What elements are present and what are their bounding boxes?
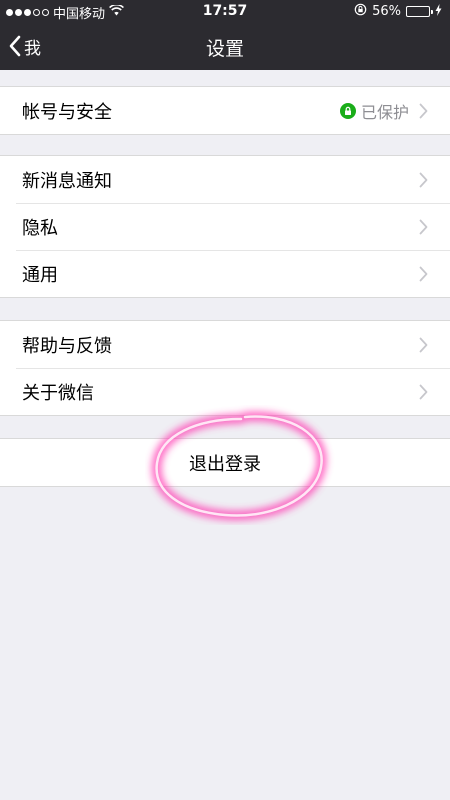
chevron-right-icon xyxy=(419,337,428,353)
settings-group-about: 帮助与反馈 关于微信 xyxy=(0,320,450,416)
chevron-right-icon xyxy=(419,103,428,119)
logout-button[interactable]: 退出登录 xyxy=(0,439,450,486)
item-label: 隐私 xyxy=(22,217,58,239)
lock-icon xyxy=(339,102,356,119)
protection-status: 已保护 xyxy=(339,99,409,123)
protection-status-text: 已保护 xyxy=(360,102,409,122)
item-label: 帮助与反馈 xyxy=(22,335,112,357)
chevron-right-icon xyxy=(419,172,428,188)
account-security-item[interactable]: 帐号与安全 已保护 xyxy=(0,87,450,134)
battery-percent: 56% xyxy=(372,4,401,19)
settings-group-account: 帐号与安全 已保护 xyxy=(0,86,450,135)
bolt-icon xyxy=(435,3,442,20)
item-label: 帐号与安全 xyxy=(22,101,112,123)
help-feedback-item[interactable]: 帮助与反馈 xyxy=(0,321,450,368)
chevron-right-icon xyxy=(419,266,428,282)
status-right: 56% xyxy=(354,3,442,20)
privacy-item[interactable]: 隐私 xyxy=(0,203,450,250)
logout-group: 退出登录 xyxy=(0,438,450,487)
top-bar: 中国移动 17:57 56% 我 设置 xyxy=(0,0,450,70)
chevron-right-icon xyxy=(419,219,428,235)
rotation-lock-icon xyxy=(354,3,367,20)
new-message-notifications-item[interactable]: 新消息通知 xyxy=(0,156,450,203)
battery-icon xyxy=(406,6,433,17)
logout-label: 退出登录 xyxy=(189,453,261,475)
chevron-right-icon xyxy=(419,384,428,400)
settings-group-preferences: 新消息通知 隐私 通用 xyxy=(0,155,450,298)
general-item[interactable]: 通用 xyxy=(0,250,450,297)
item-label: 新消息通知 xyxy=(22,170,112,192)
navigation-bar: 我 设置 xyxy=(0,22,450,70)
status-bar: 中国移动 17:57 56% xyxy=(0,0,450,22)
item-label: 通用 xyxy=(22,264,58,286)
item-label: 关于微信 xyxy=(22,382,94,404)
page-title: 设置 xyxy=(205,38,244,60)
about-wechat-item[interactable]: 关于微信 xyxy=(0,368,450,415)
